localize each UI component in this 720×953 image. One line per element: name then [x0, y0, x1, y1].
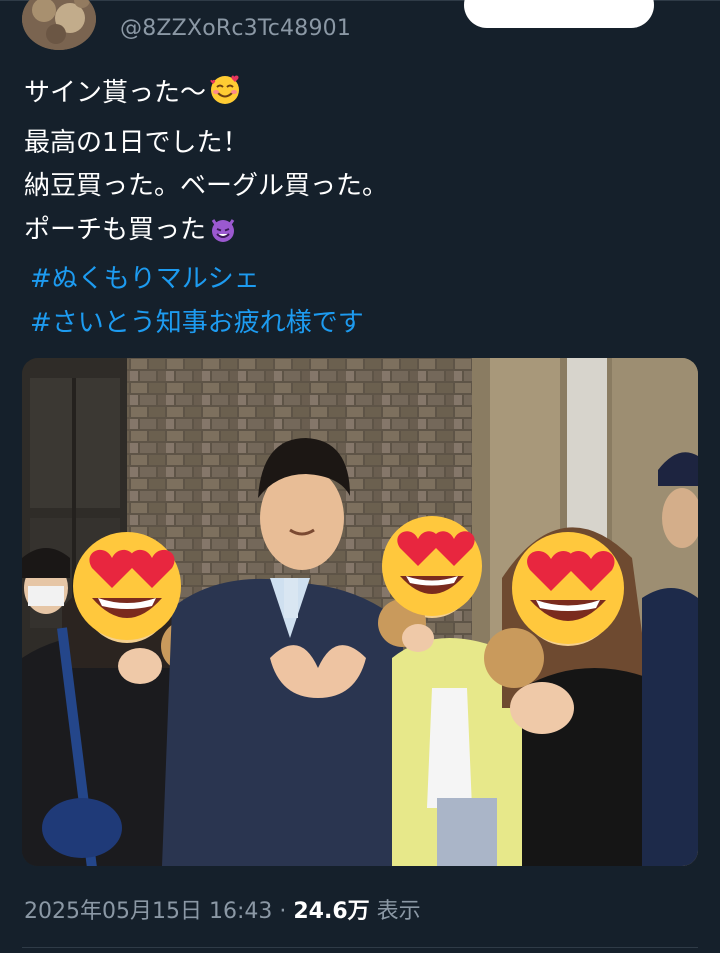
- smiling-imp-icon: [208, 214, 238, 259]
- hashtag-link[interactable]: #さいとう知事お疲れ様です: [24, 302, 704, 346]
- tweet-line-3: 納豆買った。ベーグル買った。: [24, 171, 389, 201]
- photo-image: [22, 358, 698, 866]
- tweet-text: サイン貰った〜 最高の1日でした！ 納豆買った。ベーグル買った。 ポーチも買った…: [24, 72, 704, 345]
- smiling-face-with-hearts-icon: [208, 73, 242, 122]
- tweet-photo[interactable]: [22, 358, 698, 866]
- user-avatar[interactable]: [22, 0, 96, 50]
- tweet-line-2: 最高の1日でした！: [24, 127, 249, 158]
- bottom-divider: [22, 947, 698, 948]
- tweet-line-1-text: サイン貰った〜: [24, 78, 207, 108]
- tweet-timestamp[interactable]: 2025年05月15日 16:43: [24, 899, 272, 924]
- heart-eyes-icon: [512, 532, 624, 644]
- heart-eyes-icon: [382, 516, 482, 616]
- tweet-line-4-text: ポーチも買った: [24, 214, 207, 245]
- avatar-image-icon: [22, 0, 96, 50]
- tweet-line-1: サイン貰った〜: [24, 72, 704, 122]
- heart-eyes-icon: [73, 532, 181, 640]
- tweet-meta: 2025年05月15日 16:43 · 24.6万 表示: [24, 893, 421, 925]
- meta-separator: ·: [279, 899, 287, 924]
- views-label: 表示: [376, 899, 421, 924]
- hashtag-link[interactable]: #ぬくもりマルシェ: [24, 258, 704, 302]
- user-handle[interactable]: @8ZZXoRc3Tc48901: [120, 16, 351, 41]
- tweet-line-4: ポーチも買った: [24, 209, 704, 259]
- follow-button[interactable]: [464, 0, 654, 28]
- views-count: 24.6万: [293, 899, 370, 924]
